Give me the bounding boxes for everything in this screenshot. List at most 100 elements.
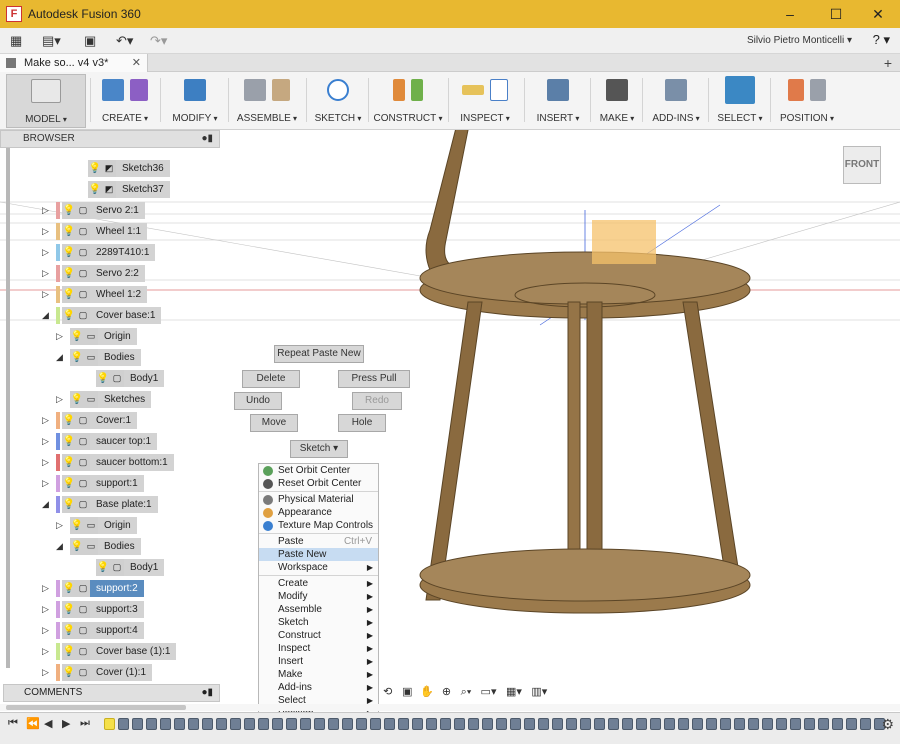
context-menu-item[interactable]: Texture Map Controls <box>259 519 378 532</box>
context-menu-item[interactable]: Sketch ▶ <box>259 616 378 629</box>
look-at-icon[interactable]: ▣ <box>400 685 416 699</box>
visibility-bulb-icon[interactable]: 💡 <box>62 475 76 492</box>
context-menu-item[interactable]: Assemble ▶ <box>259 603 378 616</box>
grid-settings-icon[interactable]: ▦▾ <box>503 685 524 699</box>
timeline-feature-icon[interactable] <box>272 718 283 730</box>
timeline-feature-icon[interactable] <box>216 718 227 730</box>
visibility-bulb-icon[interactable]: 💡 <box>62 580 76 597</box>
timeline-feature-icon[interactable] <box>356 718 367 730</box>
visibility-bulb-icon[interactable]: 💡 <box>62 307 76 324</box>
close-tab-icon[interactable]: ✕ <box>132 54 141 72</box>
timeline-feature-icon[interactable] <box>846 718 857 730</box>
new-tab-button[interactable]: + <box>884 54 892 72</box>
visibility-bulb-icon[interactable]: 💡 <box>70 349 84 366</box>
visibility-bulb-icon[interactable]: 💡 <box>62 286 76 303</box>
expand-toggle-icon[interactable]: ▷ <box>42 415 52 426</box>
visibility-bulb-icon[interactable]: 💡 <box>62 601 76 618</box>
visibility-bulb-icon[interactable]: 💡 <box>62 643 76 660</box>
browser-item[interactable]: ▷ 💡 ▢ support:1 <box>42 475 144 492</box>
expand-toggle-icon[interactable]: ▷ <box>42 247 52 258</box>
browser-header[interactable]: BROWSER ●▮ <box>0 130 220 148</box>
timeline-feature-icon[interactable] <box>342 718 353 730</box>
context-menu-item[interactable]: Modify ▶ <box>259 590 378 603</box>
timeline-feature-icon[interactable] <box>468 718 479 730</box>
timeline-feature-icon[interactable] <box>720 718 731 730</box>
expand-toggle-icon[interactable]: ▷ <box>56 394 66 405</box>
context-menu-item[interactable]: Appearance <box>259 506 378 519</box>
help-menu[interactable]: ? ▾ <box>873 32 890 48</box>
context-menu-item[interactable]: Paste Ctrl+V <box>259 535 378 548</box>
browser-item[interactable]: ▷ 💡 ▢ 2289T410:1 <box>42 244 156 261</box>
visibility-bulb-icon[interactable]: 💡 <box>70 328 84 345</box>
visibility-bulb-icon[interactable]: 💡 <box>62 454 76 471</box>
position-menu[interactable]: POSITION <box>774 74 840 128</box>
visibility-bulb-icon[interactable]: 💡 <box>96 370 110 387</box>
timeline-feature-icon[interactable] <box>118 718 129 730</box>
viewports-icon[interactable]: ▥▾ <box>529 685 550 699</box>
undo-button[interactable]: Undo <box>234 392 282 410</box>
context-menu-item[interactable]: Create ▶ <box>259 577 378 590</box>
timeline-feature-icon[interactable] <box>132 718 143 730</box>
timeline-feature-icon[interactable] <box>258 718 269 730</box>
timeline-feature-icon[interactable] <box>804 718 815 730</box>
timeline-feature-icon[interactable] <box>412 718 423 730</box>
timeline-feature-icon[interactable] <box>328 718 339 730</box>
play-icon[interactable]: ▶ <box>62 717 70 730</box>
insert-menu[interactable]: INSERT <box>528 74 588 128</box>
timeline-feature-icon[interactable] <box>860 718 871 730</box>
timeline-settings-gear-icon[interactable]: ⚙ <box>881 716 894 733</box>
display-settings-icon[interactable]: ▭▾ <box>478 685 499 699</box>
construct-menu[interactable]: CONSTRUCT <box>372 74 444 128</box>
visibility-bulb-icon[interactable]: 💡 <box>62 664 76 681</box>
browser-item[interactable]: ▷ 💡 ▭ Origin <box>56 328 137 345</box>
redo-button[interactable]: Redo <box>352 392 402 410</box>
visibility-bulb-icon[interactable]: 💡 <box>70 517 84 534</box>
visibility-bulb-icon[interactable]: 💡 <box>62 622 76 639</box>
expand-toggle-icon[interactable]: ▷ <box>42 289 52 300</box>
inspect-menu[interactable]: INSPECT <box>452 74 518 128</box>
orbit-icon[interactable]: ⟲ <box>380 685 396 699</box>
hole-button[interactable]: Hole <box>338 414 386 432</box>
press-pull-button[interactable]: Press Pull <box>338 370 410 388</box>
data-panel-grid-icon[interactable]: ▦ <box>10 33 22 49</box>
browser-item[interactable]: 💡 ▢ Body1 <box>82 370 165 387</box>
timeline-scrollbar[interactable] <box>0 704 900 711</box>
browser-item[interactable]: ▷ 💡 ▢ Wheel 1:2 <box>42 286 148 303</box>
move-button[interactable]: Move <box>250 414 298 432</box>
go-to-start-icon[interactable]: ⏮ <box>8 717 18 730</box>
expand-toggle-icon[interactable]: ▷ <box>42 646 52 657</box>
timeline-feature-icon[interactable] <box>524 718 535 730</box>
sketch-menu[interactable]: SKETCH <box>310 74 366 128</box>
browser-item[interactable]: ▷ 💡 ▢ support:4 <box>42 622 144 639</box>
expand-toggle-icon[interactable]: ▷ <box>56 331 66 342</box>
browser-item[interactable]: ▷ 💡 ▭ Origin <box>56 517 137 534</box>
browser-item[interactable]: ▷ 💡 ▢ support:3 <box>42 601 144 618</box>
expand-toggle-icon[interactable]: ◢ <box>56 352 66 363</box>
context-menu-item[interactable]: Workspace ▶ <box>259 561 378 574</box>
timeline-feature-icon[interactable] <box>314 718 325 730</box>
expand-toggle-icon[interactable]: ▷ <box>42 625 52 636</box>
timeline-feature-icon[interactable] <box>622 718 633 730</box>
timeline-feature-icon[interactable] <box>734 718 745 730</box>
browser-item[interactable]: ▷ 💡 ▢ Cover base (1):1 <box>42 643 177 660</box>
timeline-feature-icon[interactable] <box>790 718 801 730</box>
timeline-feature-icon[interactable] <box>776 718 787 730</box>
sketch-dropdown-button[interactable]: Sketch ▾ <box>290 440 348 458</box>
expand-toggle-icon[interactable]: ▷ <box>42 268 52 279</box>
create-menu[interactable]: CREATE <box>92 74 158 128</box>
timeline-feature-icon[interactable] <box>244 718 255 730</box>
timeline-feature-icon[interactable] <box>538 718 549 730</box>
browser-item[interactable]: ◢ 💡 ▢ Cover base:1 <box>42 307 162 324</box>
minimize-button[interactable]: – <box>768 0 812 28</box>
timeline-feature-icon[interactable] <box>580 718 591 730</box>
play-back-icon[interactable]: ◀ <box>44 717 52 730</box>
step-back-icon[interactable]: ⏪ <box>26 717 40 730</box>
context-menu-item[interactable]: Paste New <box>259 548 378 561</box>
timeline-feature-icon[interactable] <box>692 718 703 730</box>
timeline-feature-icon[interactable] <box>300 718 311 730</box>
timeline-feature-icon[interactable] <box>678 718 689 730</box>
workspace-switcher-model[interactable]: MODEL <box>6 74 86 128</box>
context-menu-item[interactable]: Inspect ▶ <box>259 642 378 655</box>
timeline-feature-icon[interactable] <box>188 718 199 730</box>
save-icon[interactable]: ▣ <box>84 33 96 49</box>
